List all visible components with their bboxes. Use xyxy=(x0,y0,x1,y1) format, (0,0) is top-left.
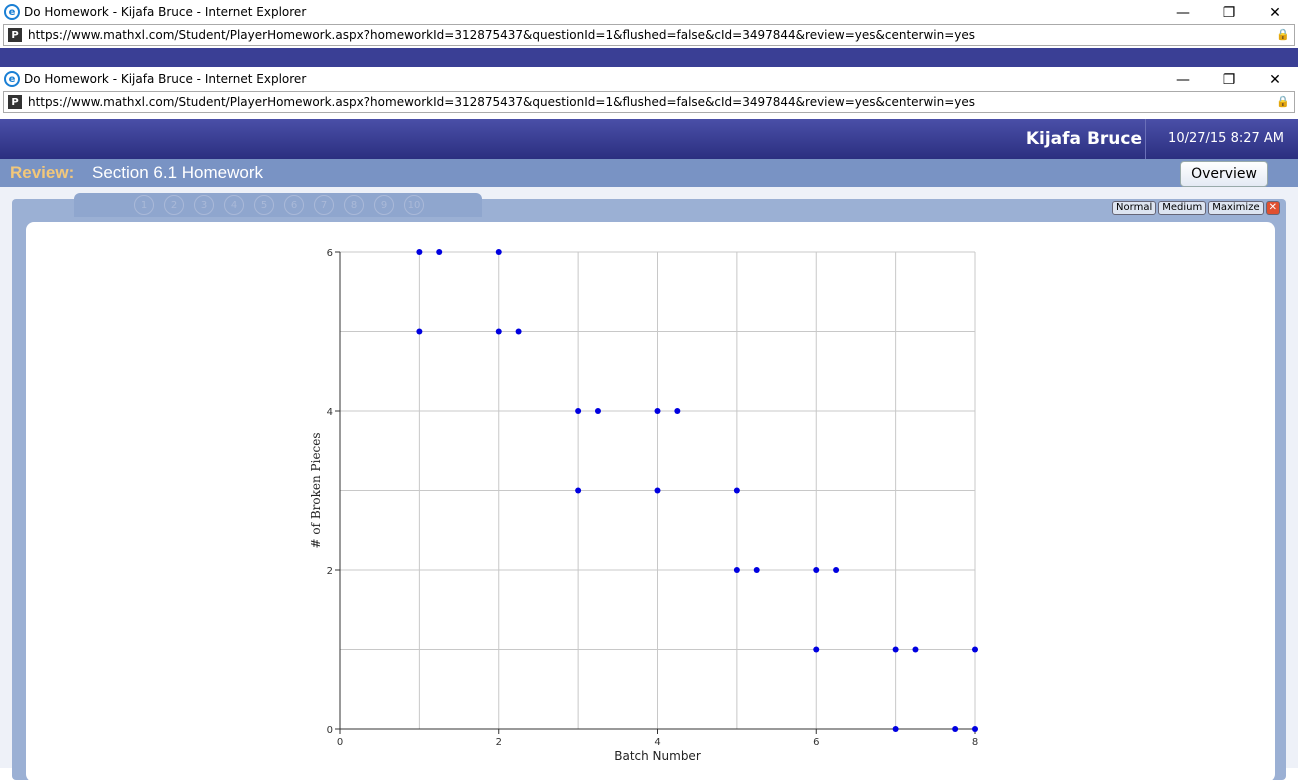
data-point xyxy=(833,567,840,573)
data-point xyxy=(436,249,443,255)
data-point xyxy=(733,487,740,494)
data-point xyxy=(654,487,661,494)
x-tick-label: 8 xyxy=(972,737,978,748)
data-point xyxy=(912,646,919,653)
data-point xyxy=(575,487,582,494)
x-tick-label: 6 xyxy=(813,737,819,748)
data-point xyxy=(674,408,681,414)
data-point xyxy=(972,726,978,732)
data-point xyxy=(594,408,601,414)
y-tick-label: 6 xyxy=(327,248,333,259)
data-point xyxy=(813,567,820,573)
data-point xyxy=(575,408,582,414)
data-point xyxy=(892,726,899,732)
x-axis-label: Batch Number xyxy=(614,749,701,763)
x-tick-label: 0 xyxy=(337,737,343,748)
data-point xyxy=(416,328,423,335)
x-tick-label: 2 xyxy=(496,737,502,748)
y-axis-label: # of Broken Pieces xyxy=(309,432,323,548)
scatter-chart: 0 2 4 6 8 0 2 4 6 Batch Number # of Broken Pieces xyxy=(309,248,978,763)
data-point xyxy=(753,567,760,573)
data-point xyxy=(495,249,502,255)
data-point xyxy=(892,646,899,653)
data-point xyxy=(654,408,661,414)
data-point xyxy=(733,567,740,573)
data-point xyxy=(952,726,959,732)
y-tick-label: 0 xyxy=(327,725,333,736)
data-point xyxy=(416,249,423,255)
y-tick-label: 2 xyxy=(327,566,333,577)
data-point xyxy=(495,328,502,335)
y-tick-label: 4 xyxy=(327,407,333,418)
data-point xyxy=(972,646,978,653)
data-point xyxy=(813,646,820,653)
x-tick-label: 4 xyxy=(654,737,660,748)
data-point xyxy=(515,328,522,335)
